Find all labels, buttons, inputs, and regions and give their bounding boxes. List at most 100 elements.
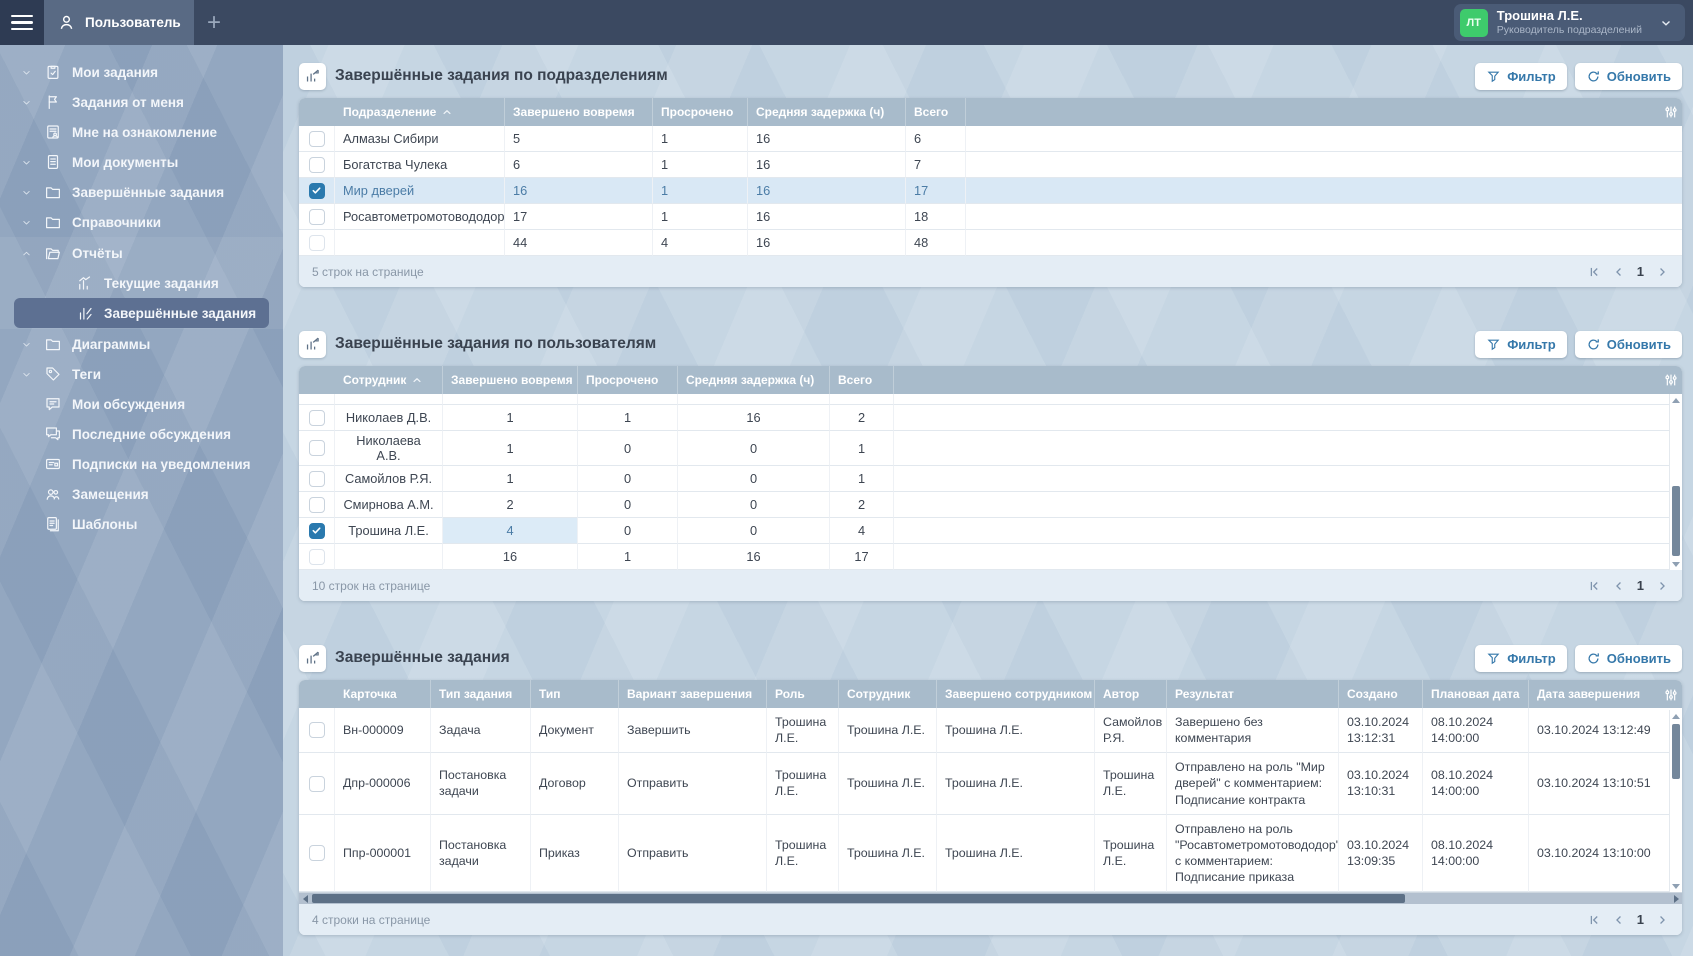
- sidebar-item-мне-на-ознакомление[interactable]: Мне на ознакомление: [14, 117, 269, 147]
- prev-page-button[interactable]: [1612, 265, 1626, 279]
- table-row[interactable]: Богатства Чулека 6 1 16 7: [299, 152, 1682, 178]
- prev-page-button[interactable]: [1612, 579, 1626, 593]
- table-row[interactable]: Смирнова А.М. 2 0 0 2: [299, 492, 1682, 518]
- chevron-down-icon[interactable]: [20, 156, 44, 169]
- prev-page-button[interactable]: [1612, 913, 1626, 927]
- sidebar-item-мои-задания[interactable]: Мои задания: [14, 57, 269, 87]
- table-row[interactable]: Ппр-000001 Постановка задачи Приказ Отправи…: [299, 814, 1682, 893]
- filter-button[interactable]: Фильтр: [1475, 330, 1567, 358]
- next-page-button[interactable]: [1655, 579, 1669, 593]
- user-menu[interactable]: ЛТ Трошина Л.Е. Руководитель подразделен…: [1453, 4, 1685, 41]
- row-checkbox[interactable]: [308, 409, 325, 426]
- column-header-сотрудник[interactable]: Сотрудник: [839, 680, 937, 708]
- column-header-завершено-сотрудником[interactable]: Завершено сотрудником: [937, 680, 1095, 708]
- column-header-завершено-вовремя[interactable]: Завершено вовремя: [505, 98, 653, 126]
- column-settings-icon[interactable]: [1663, 366, 1679, 394]
- table-row[interactable]: Николаев Д.В. 1 1 16 2: [299, 405, 1682, 431]
- chevron-down-icon[interactable]: [20, 338, 44, 351]
- row-checkbox[interactable]: [308, 156, 325, 173]
- column-header-просрочено[interactable]: Просрочено: [653, 98, 748, 126]
- table-row[interactable]: Росавтометромотовододор 17 1 16 18: [299, 204, 1682, 230]
- next-page-button[interactable]: [1655, 913, 1669, 927]
- row-checkbox[interactable]: [308, 722, 325, 739]
- column-header-всего[interactable]: Всего: [830, 366, 894, 394]
- first-page-button[interactable]: [1587, 579, 1601, 593]
- menu-button[interactable]: [0, 0, 44, 45]
- column-header-роль[interactable]: Роль: [767, 680, 839, 708]
- sidebar-item-завершённые-задания[interactable]: Завершённые задания: [14, 177, 269, 207]
- row-checkbox[interactable]: [308, 208, 325, 225]
- table-row[interactable]: Алмазы Сибири 5 1 16 6: [299, 126, 1682, 152]
- column-header-карточка[interactable]: Карточка: [335, 680, 431, 708]
- column-header-результат[interactable]: Результат: [1167, 680, 1339, 708]
- vertical-scrollbar[interactable]: [1669, 394, 1682, 570]
- chevron-down-icon[interactable]: [20, 66, 44, 79]
- sidebar-item-последние-обсуждения[interactable]: Последние обсуждения: [14, 419, 269, 449]
- table-row[interactable]: Мир дверей 16 1 16 17: [299, 178, 1682, 204]
- horizontal-scrollbar[interactable]: [299, 892, 1682, 905]
- first-page-button[interactable]: [1587, 913, 1601, 927]
- column-header-завершено-вовремя[interactable]: Завершено вовремя: [443, 366, 578, 394]
- table-row[interactable]: Николаева А.В. 1 0 0 1: [299, 431, 1682, 466]
- table-row[interactable]: Трошина Л.Е. 4 0 0 4: [299, 518, 1682, 544]
- sidebar-item-шаблоны[interactable]: Шаблоны: [14, 509, 269, 539]
- row-checkbox[interactable]: [308, 775, 325, 792]
- totals-row[interactable]: 44 4 16 48: [299, 230, 1682, 256]
- row-checkbox[interactable]: [308, 182, 325, 199]
- column-header-всего[interactable]: Всего: [906, 98, 966, 126]
- row-checkbox[interactable]: [308, 548, 325, 565]
- column-header-дата-завершения[interactable]: Дата завершения: [1529, 680, 1682, 708]
- column-header-подразделение[interactable]: Подразделение: [335, 98, 505, 126]
- table-row[interactable]: Вн-000009 Задача Документ Завершить Трошина …: [299, 708, 1682, 754]
- row-checkbox[interactable]: [308, 845, 325, 862]
- row-checkbox[interactable]: [308, 496, 325, 513]
- sidebar-item-мои-документы[interactable]: Мои документы: [14, 147, 269, 177]
- column-header-тип[interactable]: Тип: [531, 680, 619, 708]
- cell: Трошина Л.Е.: [937, 708, 1095, 754]
- totals-row[interactable]: 16 1 16 17: [299, 544, 1682, 570]
- new-tab-button[interactable]: +: [194, 0, 234, 45]
- filter-button[interactable]: Фильтр: [1475, 644, 1567, 672]
- sidebar-item-подписки-на-уведомления[interactable]: Подписки на уведомления: [14, 449, 269, 479]
- first-page-button[interactable]: [1587, 265, 1601, 279]
- column-header-автор[interactable]: Автор: [1095, 680, 1167, 708]
- sidebar-item-текущие-задания[interactable]: Текущие задания: [14, 268, 269, 298]
- sidebar-item-задания-от-меня[interactable]: Задания от меня: [14, 87, 269, 117]
- chevron-up-icon[interactable]: [20, 247, 44, 260]
- column-settings-icon[interactable]: [1663, 98, 1679, 126]
- chevron-down-icon[interactable]: [20, 186, 44, 199]
- column-settings-icon[interactable]: [1663, 680, 1679, 710]
- row-checkbox[interactable]: [308, 470, 325, 487]
- refresh-button[interactable]: Обновить: [1574, 330, 1682, 358]
- row-checkbox[interactable]: [308, 130, 325, 147]
- sidebar-item-завершённые-задания[interactable]: Завершённые задания: [14, 298, 269, 328]
- chevron-down-icon[interactable]: [20, 368, 44, 381]
- filter-button[interactable]: Фильтр: [1475, 62, 1567, 90]
- sidebar-item-диаграммы[interactable]: Диаграммы: [14, 329, 269, 359]
- column-header-вариант-завершения[interactable]: Вариант завершения: [619, 680, 767, 708]
- table-row[interactable]: Самойлов Р.Я. 1 0 0 1: [299, 466, 1682, 492]
- column-header-тип-задания[interactable]: Тип задания: [431, 680, 531, 708]
- row-checkbox[interactable]: [308, 234, 325, 251]
- chevron-down-icon[interactable]: [20, 96, 44, 109]
- sidebar-item-теги[interactable]: Теги: [14, 359, 269, 389]
- sidebar-item-замещения[interactable]: Замещения: [14, 479, 269, 509]
- chevron-down-icon[interactable]: [20, 216, 44, 229]
- column-header-средняя-задержка-ч-[interactable]: Средняя задержка (ч): [748, 98, 906, 126]
- column-header-просрочено[interactable]: Просрочено: [578, 366, 678, 394]
- sidebar-item-справочники[interactable]: Справочники: [14, 207, 269, 237]
- sidebar-item-мои-обсуждения[interactable]: Мои обсуждения: [14, 389, 269, 419]
- row-checkbox[interactable]: [308, 522, 325, 539]
- column-header-средняя-задержка-ч-[interactable]: Средняя задержка (ч): [678, 366, 830, 394]
- sidebar-item-отчёты[interactable]: Отчёты: [14, 238, 269, 268]
- column-header-создано[interactable]: Создано: [1339, 680, 1423, 708]
- next-page-button[interactable]: [1655, 265, 1669, 279]
- row-checkbox[interactable]: [308, 440, 325, 457]
- tab-user[interactable]: Пользователь: [44, 0, 194, 45]
- refresh-button[interactable]: Обновить: [1574, 62, 1682, 90]
- vertical-scrollbar[interactable]: [1669, 710, 1682, 893]
- refresh-button[interactable]: Обновить: [1574, 644, 1682, 672]
- column-header-плановая-дата[interactable]: Плановая дата: [1423, 680, 1529, 708]
- table-row[interactable]: Дпр-000006 Постановка задачи Договор Отправ…: [299, 753, 1682, 815]
- column-header-сотрудник[interactable]: Сотрудник: [335, 366, 443, 394]
